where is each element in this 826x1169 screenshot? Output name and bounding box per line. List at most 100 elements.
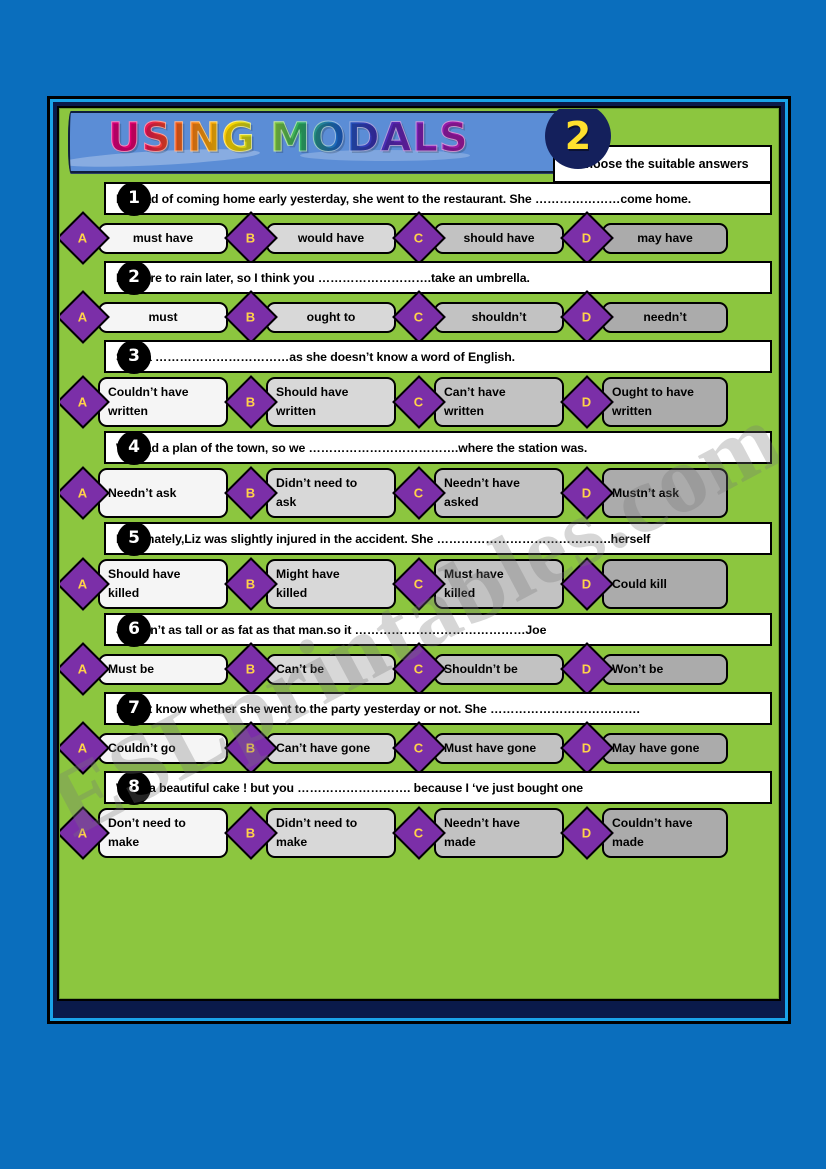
option-letter-diamond: C (392, 642, 446, 696)
option-box[interactable]: Didn’t need to ask (266, 468, 396, 518)
question-number-label: 4 (128, 437, 140, 457)
option-d[interactable]: D Mustn’t ask (560, 466, 728, 520)
worksheet-body: ESLprintables.com USING MODALS 2 Choose … (59, 108, 779, 999)
option-box[interactable]: May have gone (602, 732, 728, 764)
option-text: Couldn’t have made (612, 816, 693, 849)
option-box[interactable]: Must be (98, 653, 228, 685)
option-a[interactable]: A Needn’t ask (60, 466, 228, 520)
option-box[interactable]: Could kill (602, 559, 728, 609)
option-a[interactable]: A Don’t need to make (60, 806, 228, 860)
option-box[interactable]: Couldn’t go (98, 732, 228, 764)
option-box[interactable]: ought to (266, 301, 396, 333)
option-letter-diamond: D (560, 721, 614, 775)
option-a[interactable]: Amust have (60, 211, 228, 265)
option-box[interactable]: Couldn’t have made (602, 808, 728, 858)
instruction-label: Choose the suitable answers (576, 157, 749, 171)
option-letter-label: A (78, 394, 88, 410)
question-row: 4 We had a plan of the town, so we ………………… (104, 430, 772, 465)
option-box[interactable]: Can’t have gone (266, 732, 396, 764)
question-row: 5 Fortunately,Liz was slightly injured in… (104, 521, 772, 556)
option-a[interactable]: A Couldn’t have written (60, 375, 228, 429)
option-c[interactable]: C Needn’t have asked (392, 466, 564, 520)
option-box[interactable]: Should have killed (98, 559, 228, 609)
option-b[interactable]: B Can’t have gone (224, 721, 396, 775)
option-d[interactable]: D May have gone (560, 721, 728, 775)
option-letter-label: B (246, 230, 256, 246)
option-letter-label: B (246, 825, 256, 841)
option-b[interactable]: Bwould have (224, 211, 396, 265)
option-d[interactable]: Dmay have (560, 211, 728, 265)
option-box[interactable]: Needn’t have made (434, 808, 564, 858)
option-a[interactable]: A Should have killed (60, 557, 228, 611)
option-letter-label: A (78, 825, 88, 841)
option-box[interactable]: Couldn’t have written (98, 377, 228, 427)
option-box[interactable]: Needn’t ask (98, 468, 228, 518)
option-letter-diamond: B (224, 721, 278, 775)
option-box[interactable]: Shouldn’t be (434, 653, 564, 685)
option-c[interactable]: C Needn’t have made (392, 806, 564, 860)
option-letter-label: B (246, 485, 256, 501)
option-c[interactable]: Cshould have (392, 211, 564, 265)
question-text: Joe isn’t as tall or as fat as that man.… (116, 622, 547, 637)
question-number-badge: 6 (117, 612, 151, 647)
option-box[interactable]: Must have killed (434, 559, 564, 609)
option-text: Ought to have written (612, 385, 694, 418)
option-text: needn’t (643, 309, 687, 324)
option-box[interactable]: may have (602, 222, 728, 254)
option-b[interactable]: B Didn’t need to make (224, 806, 396, 860)
option-b[interactable]: B Didn’t need to ask (224, 466, 396, 520)
frame-black-layer: ESLprintables.com USING MODALS 2 Choose … (57, 106, 781, 1001)
option-a[interactable]: A Must be (60, 642, 228, 696)
option-c[interactable]: C Must have gone (392, 721, 564, 775)
option-box[interactable]: must have (98, 222, 228, 254)
option-d[interactable]: Dneedn’t (560, 290, 728, 344)
option-text: must have (132, 230, 194, 245)
option-box[interactable]: should have (434, 222, 564, 254)
option-a[interactable]: Amust (60, 290, 228, 344)
option-c[interactable]: C Shouldn’t be (392, 642, 564, 696)
question-block: 5 Fortunately,Liz was slightly injured in… (60, 521, 778, 613)
question-text: Salma ……………………………as she doesn’t know a w… (116, 349, 515, 364)
option-d[interactable]: D Won’t be (560, 642, 728, 696)
option-text: Mustn’t ask (612, 485, 680, 500)
option-letter-diamond: C (392, 721, 446, 775)
option-d[interactable]: D Could kill (560, 557, 728, 611)
question-text: Instead of coming home early yesterday, … (116, 191, 692, 206)
option-b[interactable]: B Might have killed (224, 557, 396, 611)
option-box[interactable]: Must have gone (434, 732, 564, 764)
option-box[interactable]: would have (266, 222, 396, 254)
option-box[interactable]: Mustn’t ask (602, 468, 728, 518)
option-a[interactable]: A Couldn’t go (60, 721, 228, 775)
option-text: Should have killed (108, 567, 181, 600)
option-box[interactable]: Don’t need to make (98, 808, 228, 858)
option-box[interactable]: Didn’t need to make (266, 808, 396, 858)
question-number-badge: 2 (117, 260, 151, 295)
option-c[interactable]: Cshouldn’t (392, 290, 564, 344)
option-b[interactable]: B Should have written (224, 375, 396, 429)
option-box[interactable]: Can’t be (266, 653, 396, 685)
option-box[interactable]: must (98, 301, 228, 333)
option-text: may have (637, 230, 693, 245)
option-box[interactable]: Can’t have written (434, 377, 564, 427)
option-box[interactable]: shouldn’t (434, 301, 564, 333)
option-box[interactable]: Won’t be (602, 653, 728, 685)
option-box[interactable]: Should have written (266, 377, 396, 427)
option-text: Needn’t have asked (444, 476, 520, 509)
option-text: Should have written (276, 385, 349, 418)
option-letter-label: D (582, 309, 592, 325)
option-letter-diamond: B (224, 290, 278, 344)
option-b[interactable]: Bought to (224, 290, 396, 344)
option-d[interactable]: D Couldn’t have made (560, 806, 728, 860)
question-block: 7I don’t know whether she went to the pa… (60, 691, 778, 775)
worksheet-outer-frame: ESLprintables.com USING MODALS 2 Choose … (47, 96, 791, 1024)
option-text: Can’t be (276, 661, 325, 676)
option-box[interactable]: Ought to have written (602, 377, 728, 427)
option-box[interactable]: Needn’t have asked (434, 468, 564, 518)
question-block: 6 Joe isn’t as tall or as fat as that man… (60, 612, 778, 696)
option-box[interactable]: Might have killed (266, 559, 396, 609)
option-c[interactable]: C Must have killed (392, 557, 564, 611)
option-d[interactable]: D Ought to have written (560, 375, 728, 429)
option-b[interactable]: B Can’t be (224, 642, 396, 696)
option-c[interactable]: C Can’t have written (392, 375, 564, 429)
option-box[interactable]: needn’t (602, 301, 728, 333)
